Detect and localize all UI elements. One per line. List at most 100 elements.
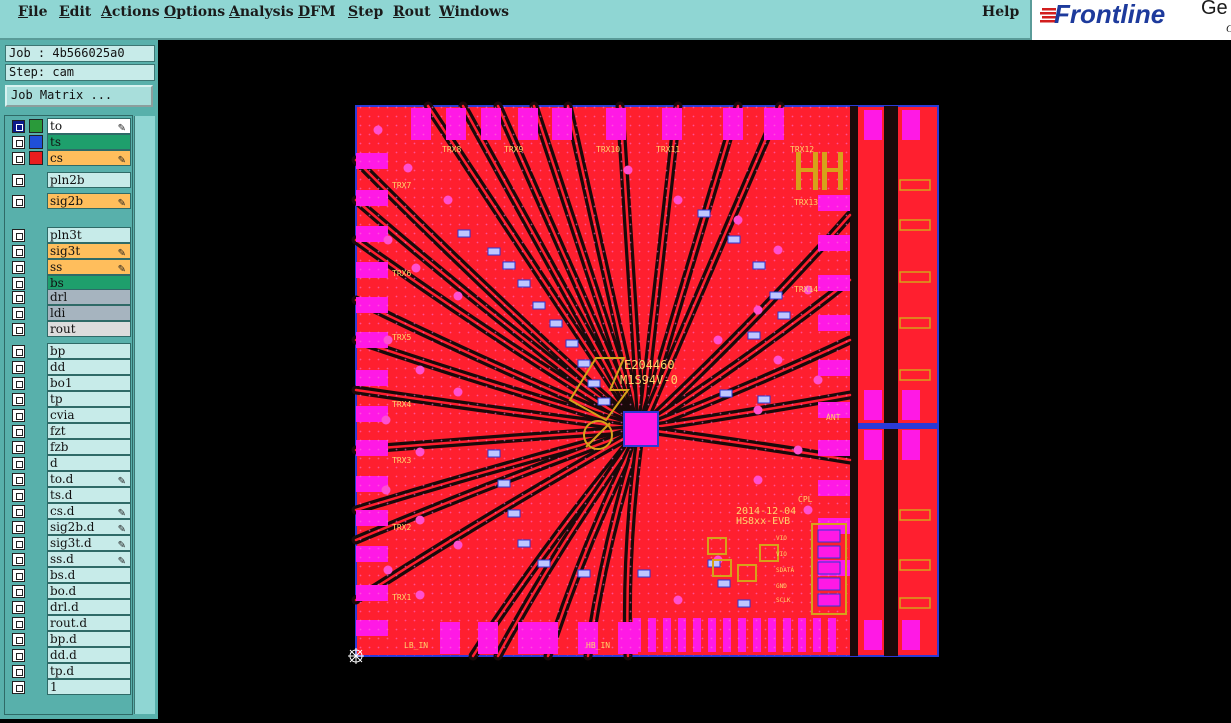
menu-file[interactable]: File	[18, 4, 48, 20]
layer-name[interactable]: d	[47, 455, 131, 471]
layer-row-ldi[interactable]: ldi	[9, 305, 131, 321]
layer-row-fzb[interactable]: fzb	[9, 439, 131, 455]
layer-list-scrollbar[interactable]	[134, 116, 155, 714]
layer-checkbox[interactable]	[12, 307, 25, 320]
layer-name[interactable]: ts	[47, 134, 131, 150]
layer-checkbox[interactable]	[12, 195, 25, 208]
layer-name[interactable]: bo1	[47, 375, 131, 391]
layer-color-swatch[interactable]	[29, 151, 43, 165]
layer-name[interactable]: rout	[47, 321, 131, 337]
layer-row-to-d[interactable]: to.d ✎	[9, 471, 131, 487]
layer-name[interactable]: dd	[47, 359, 131, 375]
menu-actions[interactable]: Actions	[101, 4, 160, 20]
layer-name[interactable]: bp.d	[47, 631, 131, 647]
layer-row-tp[interactable]: tp	[9, 391, 131, 407]
menu-windows[interactable]: Windows	[439, 4, 509, 20]
layer-checkbox[interactable]	[12, 174, 25, 187]
layer-checkbox[interactable]	[12, 120, 25, 133]
layer-name[interactable]: rout.d	[47, 615, 131, 631]
layer-row-pln2b[interactable]: pln2b	[9, 172, 131, 188]
layer-row-sig2b-d[interactable]: sig2b.d ✎	[9, 519, 131, 535]
layer-row-drl-d[interactable]: drl.d	[9, 599, 131, 615]
layer-checkbox[interactable]	[12, 601, 25, 614]
layer-checkbox[interactable]	[12, 681, 25, 694]
layer-name[interactable]: ss ✎	[47, 259, 131, 275]
layer-name[interactable]: fzt	[47, 423, 131, 439]
layer-row-bs-d[interactable]: bs.d	[9, 567, 131, 583]
menu-help[interactable]: Help	[982, 4, 1019, 20]
menu-dfm[interactable]: DFM	[298, 4, 336, 20]
layer-row-pln3t[interactable]: pln3t	[9, 227, 131, 243]
layer-name[interactable]: ts.d	[47, 487, 131, 503]
menu-analysis[interactable]: Analysis	[229, 4, 294, 20]
graphics-canvas[interactable]: TRX7 TRX6 TRX5 TRX4 TRX3 TRX2 TRX1 TRX8 TRX9 TRX1…	[158, 40, 1231, 719]
layer-checkbox[interactable]	[12, 649, 25, 662]
layer-row-rout[interactable]: rout	[9, 321, 131, 337]
layer-row-cvia[interactable]: cvia	[9, 407, 131, 423]
layer-name[interactable]: dd.d	[47, 647, 131, 663]
layer-checkbox[interactable]	[12, 425, 25, 438]
layer-row-rout-d[interactable]: rout.d	[9, 615, 131, 631]
layer-name[interactable]: sig3t ✎	[47, 243, 131, 259]
layer-checkbox[interactable]	[12, 345, 25, 358]
pcb-view[interactable]: TRX7 TRX6 TRX5 TRX4 TRX3 TRX2 TRX1 TRX8 TRX9 TRX1…	[158, 40, 1231, 719]
layer-checkbox[interactable]	[12, 136, 25, 149]
layer-name[interactable]: bs.d	[47, 567, 131, 583]
layer-row-d[interactable]: d	[9, 455, 131, 471]
layer-row-bp[interactable]: bp	[9, 343, 131, 359]
layer-row-ss[interactable]: ss ✎	[9, 259, 131, 275]
layer-checkbox[interactable]	[12, 537, 25, 550]
layer-checkbox[interactable]	[12, 473, 25, 486]
layer-name[interactable]: sig2b.d ✎	[47, 519, 131, 535]
menu-rout[interactable]: Rout	[393, 4, 431, 20]
layer-name[interactable]: tp.d	[47, 663, 131, 679]
layer-name[interactable]: to.d ✎	[47, 471, 131, 487]
layer-row-1[interactable]: 1	[9, 679, 131, 695]
layer-name[interactable]: cs.d ✎	[47, 503, 131, 519]
layer-name[interactable]: bp	[47, 343, 131, 359]
layer-checkbox[interactable]	[12, 377, 25, 390]
layer-color-swatch[interactable]	[29, 119, 43, 133]
layer-name[interactable]: cvia	[47, 407, 131, 423]
layer-name[interactable]: 1	[47, 679, 131, 695]
layer-checkbox[interactable]	[12, 441, 25, 454]
layer-row-to[interactable]: to ✎	[9, 118, 131, 134]
layer-checkbox[interactable]	[12, 617, 25, 630]
layer-row-sig2b[interactable]: sig2b ✎	[9, 193, 131, 209]
layer-name[interactable]: to ✎	[47, 118, 131, 134]
layer-checkbox[interactable]	[12, 553, 25, 566]
layer-checkbox[interactable]	[12, 393, 25, 406]
layer-row-bp-d[interactable]: bp.d	[9, 631, 131, 647]
layer-checkbox[interactable]	[12, 569, 25, 582]
layer-name[interactable]: drl	[47, 289, 131, 305]
layer-row-bo1[interactable]: bo1	[9, 375, 131, 391]
layer-checkbox[interactable]	[12, 457, 25, 470]
layer-name[interactable]: pln3t	[47, 227, 131, 243]
layer-name[interactable]: ss.d ✎	[47, 551, 131, 567]
layer-row-fzt[interactable]: fzt	[9, 423, 131, 439]
layer-row-drl[interactable]: drl	[9, 289, 131, 305]
layer-checkbox[interactable]	[12, 409, 25, 422]
layer-name[interactable]: pln2b	[47, 172, 131, 188]
layer-row-sig3t-d[interactable]: sig3t.d ✎	[9, 535, 131, 551]
layer-row-sig3t[interactable]: sig3t ✎	[9, 243, 131, 259]
layer-checkbox[interactable]	[12, 489, 25, 502]
layer-checkbox[interactable]	[12, 229, 25, 242]
layer-name[interactable]: fzb	[47, 439, 131, 455]
layer-checkbox[interactable]	[12, 665, 25, 678]
layer-name[interactable]: bo.d	[47, 583, 131, 599]
layer-checkbox[interactable]	[12, 505, 25, 518]
layer-name[interactable]: sig2b ✎	[47, 193, 131, 209]
layer-color-swatch[interactable]	[29, 135, 43, 149]
layer-row-ts[interactable]: ts	[9, 134, 131, 150]
layer-checkbox[interactable]	[12, 261, 25, 274]
layer-row-cs[interactable]: cs ✎	[9, 150, 131, 166]
layer-name[interactable]: drl.d	[47, 599, 131, 615]
layer-checkbox[interactable]	[12, 633, 25, 646]
layer-name[interactable]: cs ✎	[47, 150, 131, 166]
layer-checkbox[interactable]	[12, 152, 25, 165]
menu-options[interactable]: Options	[164, 4, 225, 20]
layer-row-ts-d[interactable]: ts.d	[9, 487, 131, 503]
layer-row-ss-d[interactable]: ss.d ✎	[9, 551, 131, 567]
layer-row-tp-d[interactable]: tp.d	[9, 663, 131, 679]
